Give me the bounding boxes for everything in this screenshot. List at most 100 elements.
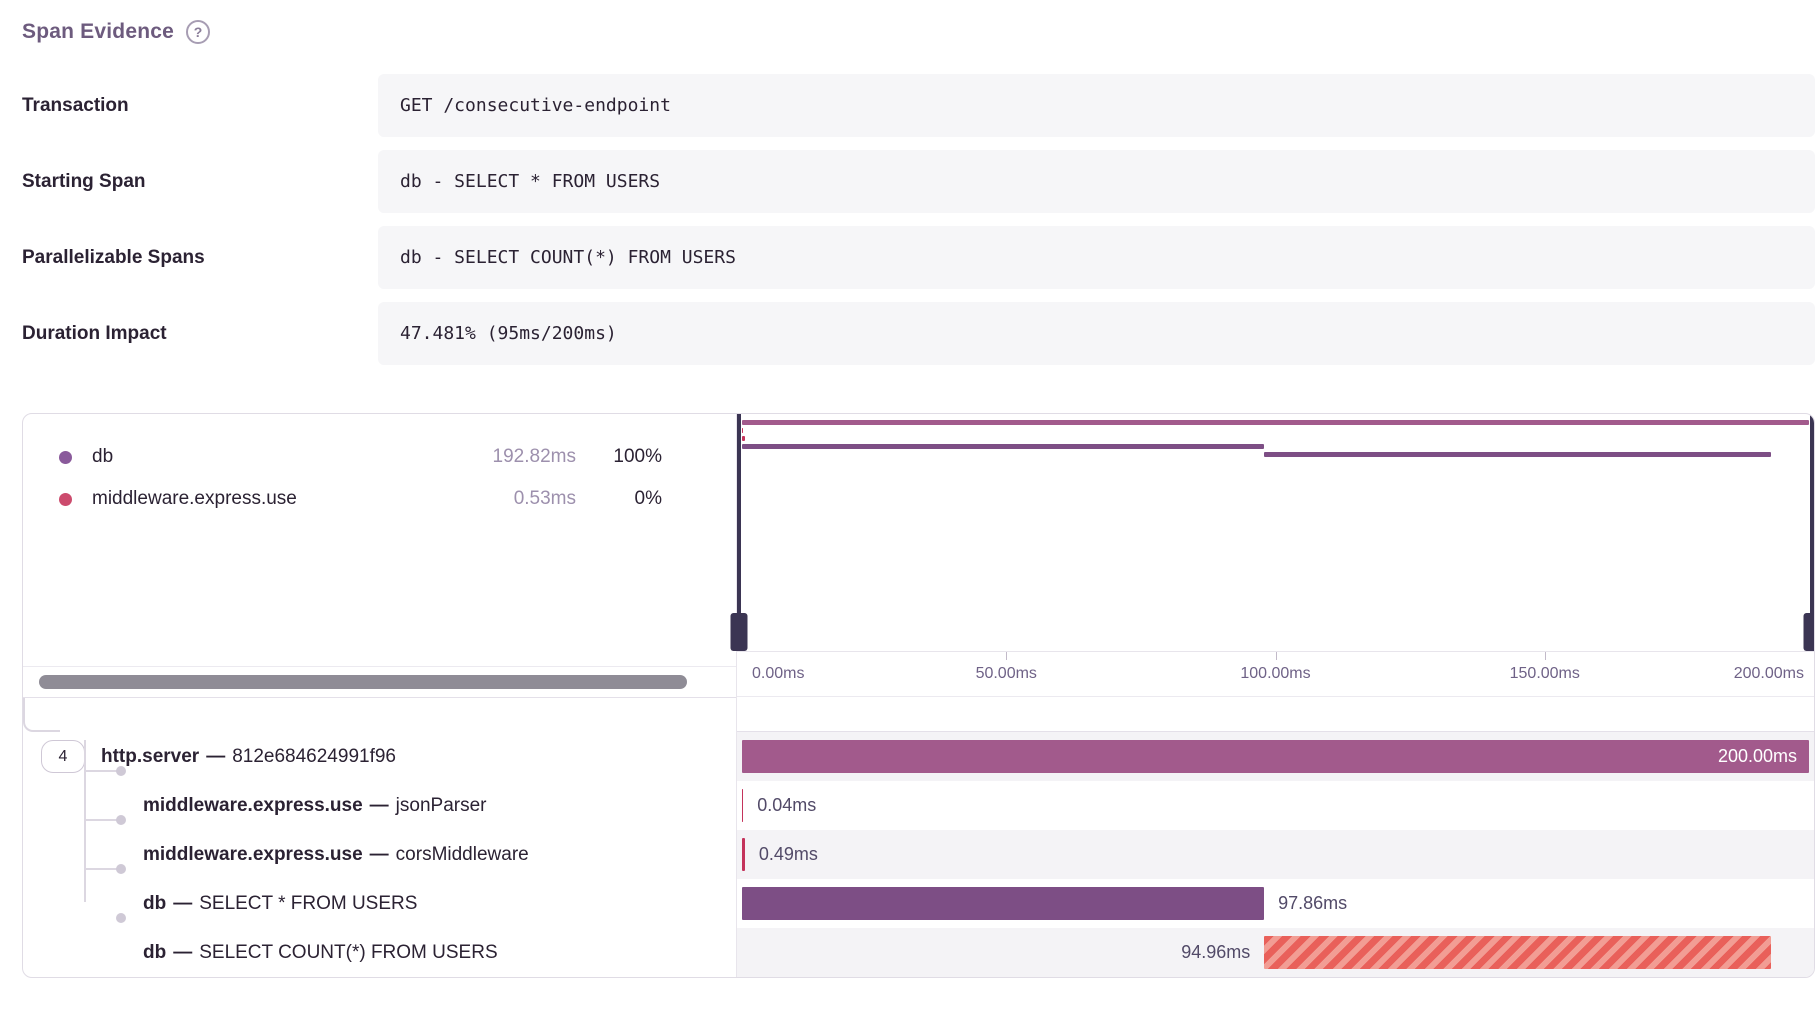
span-duration-label: 0.49ms — [759, 830, 818, 879]
page-title: Span Evidence — [22, 20, 174, 44]
span-bar-count[interactable] — [1264, 936, 1771, 969]
tree-connector-vertical — [84, 740, 86, 902]
span-row-select-count-users[interactable]: db — SELECT COUNT(*) FROM USERS — [23, 928, 736, 977]
span-duration-label: 94.96ms — [1181, 928, 1264, 977]
span-waterfall-panel: db 192.82ms 100% middleware.express.use … — [22, 413, 1815, 978]
span-bar-cors[interactable] — [742, 838, 745, 871]
field-row-duration-impact: Duration Impact 47.481% (95ms/200ms) — [22, 302, 1815, 365]
span-description: jsonParser — [396, 795, 487, 817]
span-duration-label: 0.04ms — [757, 781, 816, 830]
duration-bars: 200.00ms 0.04ms 0.49ms — [737, 732, 1814, 977]
field-value: db - SELECT * FROM USERS — [378, 150, 1815, 213]
field-label: Duration Impact — [22, 323, 378, 345]
tree-connector — [84, 819, 120, 821]
field-label: Starting Span — [22, 171, 378, 193]
field-value: GET /consecutive-endpoint — [378, 74, 1815, 137]
field-label: Transaction — [22, 95, 378, 117]
axis-tick — [1276, 652, 1277, 660]
legend-dot-middleware — [59, 493, 72, 506]
tree-node-dot — [116, 815, 126, 825]
axis-label: 0.00ms — [752, 665, 804, 683]
axis-tick — [1006, 652, 1007, 660]
separator-dash: — — [370, 795, 389, 817]
minimap-left-grip[interactable] — [731, 613, 748, 651]
duration-row-cors[interactable]: 0.49ms — [737, 830, 1814, 879]
axis-label: 200.00ms — [1734, 665, 1804, 683]
minimap-right-handle[interactable] — [1810, 414, 1814, 651]
minimap-bar-json-parser — [742, 428, 743, 433]
legend-op-percent: 100% — [576, 446, 662, 468]
field-row-transaction: Transaction GET /consecutive-endpoint — [22, 74, 1815, 137]
duration-row-json-parser[interactable]: 0.04ms — [737, 781, 1814, 830]
help-icon[interactable]: ? — [186, 20, 210, 44]
legend-item-db: db 192.82ms 100% — [59, 436, 662, 478]
span-op: middleware.express.use — [143, 795, 363, 817]
trace-minimap[interactable] — [737, 414, 1814, 651]
duration-row-http-server[interactable]: 200.00ms — [737, 732, 1814, 781]
span-row-json-parser[interactable]: middleware.express.use — jsonParser — [23, 781, 736, 830]
legend-item-middleware: middleware.express.use 0.53ms 0% — [59, 478, 662, 520]
field-row-parallelizable-spans: Parallelizable Spans db - SELECT COUNT(*… — [22, 226, 1815, 289]
tree-node-dot — [116, 913, 126, 923]
span-tree-column: db 192.82ms 100% middleware.express.use … — [23, 414, 737, 977]
separator-dash: — — [173, 942, 192, 964]
minimap-bar-http-server — [742, 420, 1809, 425]
separator-dash: — — [370, 844, 389, 866]
span-description: 812e684624991f96 — [232, 746, 396, 768]
span-op: http.server — [101, 746, 199, 768]
span-row-select-users[interactable]: db — SELECT * FROM USERS — [23, 879, 736, 928]
span-description: corsMiddleware — [396, 844, 529, 866]
legend-dot-db — [59, 451, 72, 464]
span-duration-label: 200.00ms — [1718, 732, 1809, 781]
minimap-bar-select — [742, 444, 1264, 449]
tree-scroll-zone — [23, 666, 736, 698]
span-op: middleware.express.use — [143, 844, 363, 866]
duration-scroll-zone — [737, 696, 1814, 732]
span-description: SELECT COUNT(*) FROM USERS — [199, 942, 497, 964]
tree-connector-elbow — [23, 698, 60, 732]
span-row-http-server[interactable]: 4 http.server — 812e684624991f96 — [23, 732, 736, 781]
time-axis: 0.00ms 50.00ms 100.00ms 150.00ms 200.00m… — [737, 651, 1814, 696]
legend-op-duration: 192.82ms — [446, 446, 576, 468]
section-header: Span Evidence ? — [22, 20, 1815, 44]
span-description: SELECT * FROM USERS — [199, 893, 417, 915]
separator-dash: — — [173, 893, 192, 915]
minimap-left-handle[interactable] — [737, 414, 741, 651]
span-duration-label: 97.86ms — [1278, 879, 1347, 928]
span-bar-json-parser[interactable] — [742, 789, 743, 822]
legend-op-percent: 0% — [576, 488, 662, 510]
span-row-cors-middleware[interactable]: middleware.express.use — corsMiddleware — [23, 830, 736, 879]
minimap-bar-cors — [742, 436, 745, 441]
field-row-starting-span: Starting Span db - SELECT * FROM USERS — [22, 150, 1815, 213]
duration-row-count[interactable]: 94.96ms — [737, 928, 1814, 977]
tree-connector — [84, 868, 120, 870]
axis-label: 150.00ms — [1510, 665, 1580, 683]
axis-label: 50.00ms — [976, 665, 1037, 683]
span-bar-http-server[interactable] — [742, 740, 1809, 773]
span-tree: 4 http.server — 812e684624991f96 middlew… — [23, 698, 736, 977]
axis-label: 100.00ms — [1240, 665, 1310, 683]
duration-column: 0.00ms 50.00ms 100.00ms 150.00ms 200.00m… — [737, 414, 1814, 977]
minimap-right-grip[interactable] — [1804, 613, 1816, 651]
legend-op-duration: 0.53ms — [446, 488, 576, 510]
field-value: db - SELECT COUNT(*) FROM USERS — [378, 226, 1815, 289]
minimap-lanes — [742, 414, 1809, 651]
axis-tick — [1545, 652, 1546, 660]
legend-op-name: middleware.express.use — [92, 488, 446, 510]
separator-dash: — — [206, 746, 225, 768]
span-op: db — [143, 893, 166, 915]
span-op: db — [143, 942, 166, 964]
tree-connector — [84, 770, 120, 772]
tree-node-dot — [116, 766, 126, 776]
tree-node-dot — [116, 864, 126, 874]
span-bar-select[interactable] — [742, 887, 1264, 920]
horizontal-scrollbar[interactable] — [39, 675, 687, 689]
span-evidence-section: Span Evidence ? Transaction GET /consecu… — [0, 0, 1820, 978]
minimap-bar-count — [1264, 452, 1771, 457]
field-label: Parallelizable Spans — [22, 247, 378, 269]
ops-legend: db 192.82ms 100% middleware.express.use … — [23, 414, 736, 666]
legend-op-name: db — [92, 446, 446, 468]
field-value: 47.481% (95ms/200ms) — [378, 302, 1815, 365]
child-count-pill[interactable]: 4 — [41, 740, 85, 773]
duration-row-select[interactable]: 97.86ms — [737, 879, 1814, 928]
